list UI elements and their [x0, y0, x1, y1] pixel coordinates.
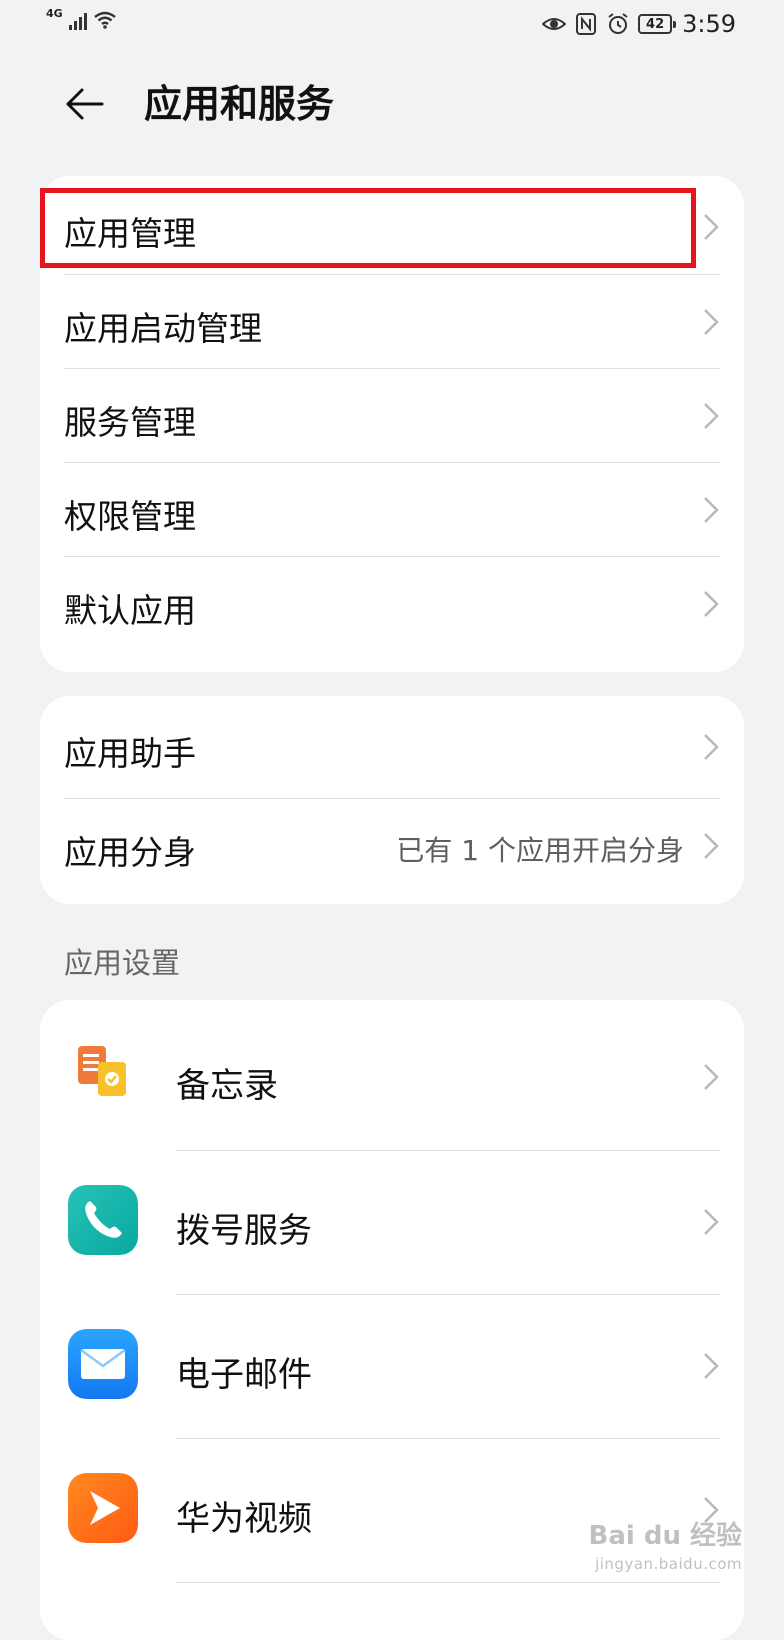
chevron-right-icon	[704, 591, 719, 617]
menu-item-label: 应用助手	[64, 734, 196, 773]
section-header-app-settings: 应用设置	[64, 946, 181, 980]
menu-item-service-management[interactable]: 服务管理	[40, 369, 744, 463]
chevron-right-icon	[704, 833, 719, 859]
back-arrow-icon[interactable]	[60, 80, 108, 128]
alarm-icon	[608, 13, 628, 34]
app-item-label: 电子邮件	[176, 1355, 312, 1395]
chevron-right-icon	[704, 497, 719, 523]
chevron-right-icon	[704, 309, 719, 335]
chevron-right-icon	[704, 403, 719, 429]
app-item-email[interactable]: 电子邮件	[40, 1295, 744, 1438]
menu-item-label: 应用分身	[64, 833, 196, 872]
app-management-group: 应用管理 应用启动管理 服务管理 权限管理 默认应用	[40, 176, 744, 672]
clock: 3:59	[682, 10, 736, 38]
menu-item-label: 服务管理	[64, 403, 196, 442]
watermark-url: jingyan.baidu.com	[595, 1555, 742, 1573]
menu-item-label: 权限管理	[64, 497, 196, 536]
menu-item-label: 应用启动管理	[64, 309, 262, 348]
nfc-icon	[576, 13, 597, 35]
watermark-brand: Bai du 经验	[588, 1521, 743, 1551]
chevron-right-icon	[704, 1353, 719, 1379]
battery-level: 42	[646, 16, 665, 32]
battery-icon: 42	[638, 14, 677, 34]
menu-item-default-apps[interactable]: 默认应用	[40, 557, 744, 667]
menu-item-permission-management[interactable]: 权限管理	[40, 463, 744, 557]
app-item-label: 备忘录	[176, 1066, 278, 1106]
menu-item-app-assistant[interactable]: 应用助手	[40, 696, 744, 798]
status-bar: 4G 42 3:59	[0, 0, 784, 48]
watermark: Bai du 经验 jingyan.baidu.com	[589, 1522, 743, 1578]
status-right: 42 3:59	[542, 10, 736, 38]
menu-item-label: 默认应用	[64, 591, 196, 630]
chevron-right-icon	[704, 1064, 719, 1090]
network-type: 4G	[46, 7, 63, 20]
signal-icon	[68, 10, 87, 30]
app-assist-group: 应用助手 应用分身 已有 1 个应用开启分身	[40, 696, 744, 904]
menu-item-app-management[interactable]: 应用管理	[40, 176, 744, 274]
phone-icon	[68, 1185, 138, 1255]
chevron-right-icon	[704, 1209, 719, 1235]
video-icon	[68, 1473, 138, 1543]
menu-item-label: 应用管理	[64, 214, 196, 253]
title-bar: 应用和服务	[0, 60, 784, 150]
email-icon	[68, 1329, 138, 1399]
wifi-icon	[93, 11, 116, 29]
chevron-right-icon	[704, 734, 719, 760]
app-item-label: 华为视频	[176, 1499, 312, 1539]
app-item-notepad[interactable]: 备忘录	[40, 1000, 744, 1150]
page-title: 应用和服务	[144, 82, 335, 126]
menu-item-app-twin[interactable]: 应用分身 已有 1 个应用开启分身	[40, 799, 744, 904]
eye-comfort-icon	[542, 18, 567, 30]
app-item-dialer[interactable]: 拨号服务	[40, 1151, 744, 1294]
status-left: 4G	[46, 7, 117, 30]
app-item-label: 拨号服务	[176, 1211, 312, 1251]
menu-item-app-launch-management[interactable]: 应用启动管理	[40, 275, 744, 369]
app-twin-status: 已有 1 个应用开启分身	[396, 834, 684, 867]
chevron-right-icon	[704, 214, 719, 240]
notepad-icon	[78, 1046, 126, 1096]
divider	[176, 1582, 720, 1583]
